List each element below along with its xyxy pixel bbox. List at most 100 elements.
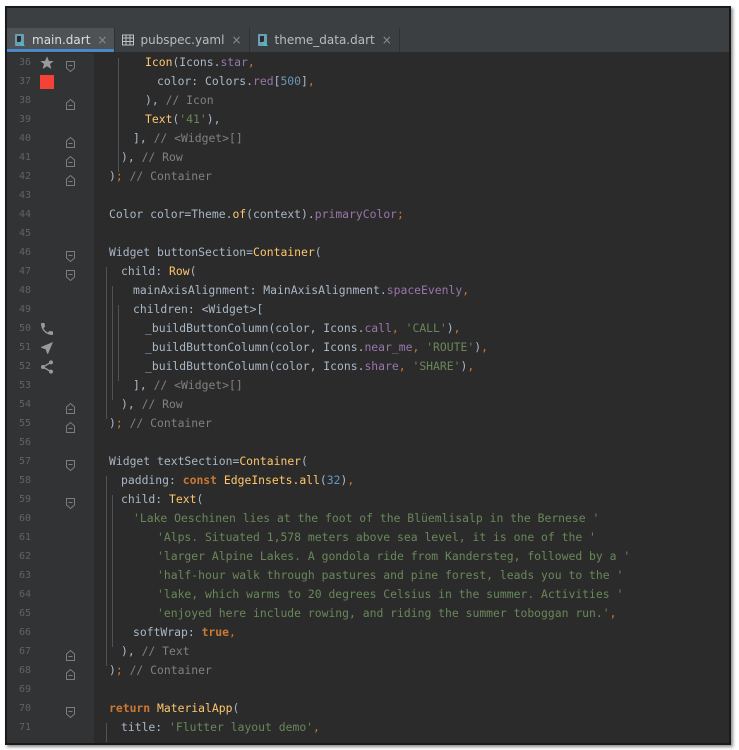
code-line[interactable]: 69: [7, 680, 729, 699]
navigation-arrow-icon[interactable]: [39, 340, 55, 356]
tab-main-dart[interactable]: main.dart ×: [7, 28, 116, 52]
code-line[interactable]: 47 child: Row(: [7, 262, 729, 282]
code-line[interactable]: 56: [7, 433, 729, 452]
code-line[interactable]: 45: [7, 224, 729, 243]
code-line[interactable]: 63 'half-hour walk through pastures and p…: [7, 566, 729, 585]
fold-open-icon[interactable]: [66, 57, 75, 73]
share-icon[interactable]: [39, 359, 55, 375]
code-line[interactable]: 49 children: <Widget>[: [7, 300, 729, 319]
phone-icon[interactable]: [39, 321, 55, 337]
code-line[interactable]: 51 _buildButtonColumn(color, Icons.near_m…: [7, 338, 729, 357]
star-icon[interactable]: [39, 55, 55, 71]
fold-open-icon[interactable]: [66, 247, 75, 263]
code-token: 'Lake Oeschinen lies at the foot of the …: [133, 511, 600, 525]
code-line[interactable]: 68); // Container: [7, 661, 729, 680]
code-token: Widget buttonSection=: [109, 245, 254, 259]
code-token: true: [201, 625, 230, 639]
code-token: call: [364, 321, 392, 335]
code-line[interactable]: 39 Text('41'),: [7, 110, 729, 129]
red-color-swatch-icon[interactable]: [39, 74, 55, 90]
fold-open-icon[interactable]: [66, 456, 75, 472]
code-token: title:: [121, 720, 170, 734]
code-line[interactable]: 53], // <Widget>[]: [7, 376, 729, 395]
close-icon[interactable]: ×: [382, 33, 392, 47]
code-token: // Container: [129, 663, 212, 677]
code-token: Container: [253, 245, 315, 259]
code-line[interactable]: 40], // <Widget>[]: [7, 129, 729, 148]
line-number: 62: [18, 551, 31, 562]
code-token: 'SHARE': [412, 359, 461, 373]
fold-open-icon[interactable]: [66, 703, 75, 719]
code-line[interactable]: 65 'enjoyed here include rowing, and ridi…: [7, 604, 729, 623]
code-line[interactable]: 46 Widget buttonSection=Container(: [7, 243, 729, 263]
code-line[interactable]: 48 mainAxisAlignment: MainAxisAlignment.s…: [7, 281, 729, 300]
code-line[interactable]: 55); // Container: [7, 414, 729, 433]
tab-label: pubspec.yaml: [140, 33, 225, 47]
code-text: Widget textSection=Container(: [109, 452, 308, 471]
table-file-icon: [121, 33, 135, 47]
code-token: ,: [467, 359, 475, 373]
close-icon[interactable]: ×: [97, 33, 107, 47]
tab-label: theme_data.dart: [274, 33, 375, 47]
code-line[interactable]: 54), // Row: [7, 395, 729, 414]
code-line[interactable]: 38), // Icon: [7, 91, 729, 110]
fold-end-icon[interactable]: [66, 665, 75, 680]
tab-theme_data-dart[interactable]: theme_data.dart ×: [250, 28, 400, 52]
code-line[interactable]: 58 padding: const EdgeInsets.all(32),: [7, 471, 729, 490]
code-line[interactable]: 61 'Alps. Situated 1,578 meters above sea…: [7, 528, 729, 547]
code-token: _buildButtonColumn(color, Icons.: [145, 340, 365, 354]
close-icon[interactable]: ×: [231, 33, 241, 47]
code-token: Color color=Theme.: [109, 207, 233, 221]
fold-end-icon[interactable]: [66, 399, 75, 414]
code-line[interactable]: 52 _buildButtonColumn(color, Icons.share,…: [7, 357, 729, 376]
code-line[interactable]: 36 Icon(Icons.star,: [7, 53, 729, 73]
fold-open-icon[interactable]: [66, 266, 75, 282]
code-token: ,: [391, 321, 406, 335]
code-line[interactable]: 41), // Row: [7, 148, 729, 167]
code-line[interactable]: 57 Widget textSection=Container(: [7, 452, 729, 472]
code-line[interactable]: 60 'Lake Oeschinen lies at the foot of th…: [7, 509, 729, 528]
code-line[interactable]: 71 title: 'Flutter layout demo',: [7, 718, 729, 737]
code-text: 'lake, which warms to 20 degrees Celsius…: [157, 585, 623, 604]
code-token: ,: [229, 625, 236, 639]
fold-end-icon[interactable]: [66, 171, 75, 186]
code-line[interactable]: 67), // Text: [7, 642, 729, 661]
code-editor[interactable]: 36 Icon(Icons.star, 37 color: Colors.red[50…: [7, 53, 729, 743]
code-line[interactable]: 70 return MaterialApp(: [7, 699, 729, 719]
code-line[interactable]: 37 color: Colors.red[500],: [7, 72, 729, 91]
code-text: child: Text(: [121, 490, 203, 509]
code-token: (: [314, 245, 322, 259]
code-token: ): [446, 321, 454, 335]
fold-end-icon[interactable]: [66, 418, 75, 433]
code-text: _buildButtonColumn(color, Icons.call, 'C…: [145, 319, 460, 338]
code-line[interactable]: 43: [7, 186, 729, 205]
dart-file-icon: [256, 33, 270, 47]
tab-pubspec-yaml[interactable]: pubspec.yaml ×: [115, 28, 250, 52]
line-number: 53: [18, 380, 31, 391]
code-token: 'lake, which warms to 20 degrees Celsius…: [157, 587, 624, 601]
fold-open-icon[interactable]: [66, 494, 75, 510]
code-token: ,: [247, 55, 255, 69]
code-line[interactable]: 42); // Container: [7, 167, 729, 186]
code-line[interactable]: 66 softWrap: true,: [7, 623, 729, 642]
code-line[interactable]: 50 _buildButtonColumn(color, Icons.call, …: [7, 319, 729, 338]
code-token: Text: [169, 492, 197, 506]
code-line[interactable]: 64 'lake, which warms to 20 degrees Celsi…: [7, 585, 729, 604]
fold-end-icon[interactable]: [66, 646, 75, 661]
code-token: softWrap:: [133, 625, 202, 639]
code-line[interactable]: 59 child: Text(: [7, 490, 729, 510]
line-number: 52: [18, 361, 31, 372]
fold-end-icon[interactable]: [66, 133, 75, 148]
fold-end-icon[interactable]: [66, 95, 75, 110]
code-line[interactable]: 62 'larger Alpine Lakes. A gondola ride f…: [7, 547, 729, 566]
line-number: 65: [18, 608, 31, 619]
fold-end-icon[interactable]: [66, 152, 75, 167]
line-number: 49: [18, 304, 31, 315]
line-number: 56: [18, 437, 31, 448]
code-line[interactable]: 44 Color color=Theme.of(context).primaryC…: [7, 205, 729, 224]
code-token: _buildButtonColumn(color, Icons.: [145, 359, 365, 373]
code-token: children: <Widget>[: [133, 302, 264, 316]
code-text: ], // <Widget>[]: [133, 129, 243, 148]
line-number: 71: [18, 722, 31, 733]
